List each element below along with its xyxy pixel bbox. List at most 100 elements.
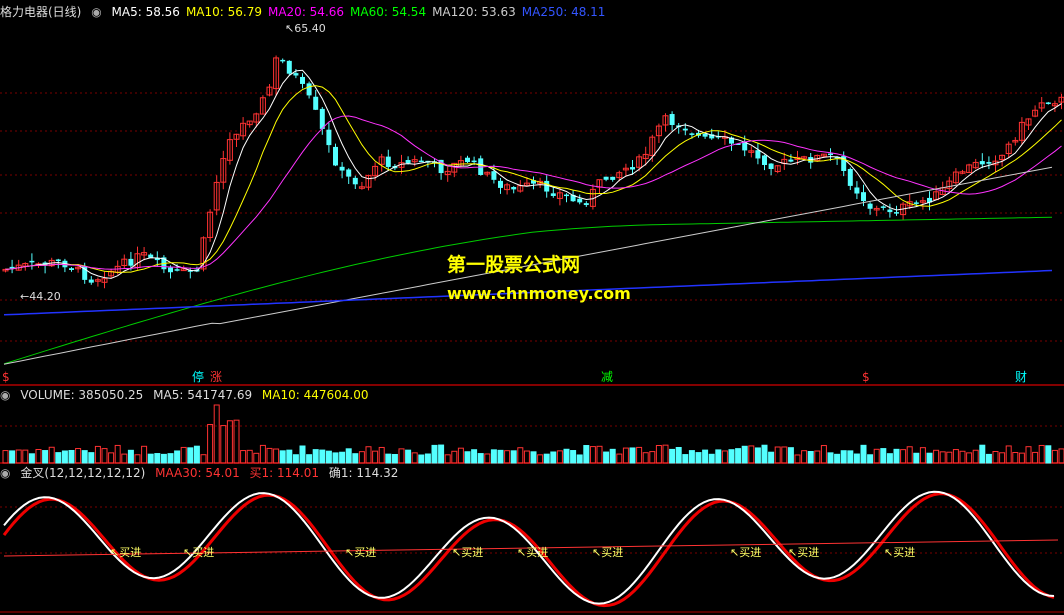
volume-bar: [900, 449, 907, 464]
volume-bars: [2, 404, 1064, 464]
volume-bar: [979, 444, 986, 464]
candle-body: [913, 202, 919, 204]
volume-bar: [292, 454, 299, 464]
volume-bar: [840, 450, 847, 464]
volume-bar: [636, 446, 643, 464]
volume-bar: [42, 450, 49, 464]
candle-body: [894, 212, 899, 214]
candle-body: [88, 279, 94, 283]
volume-ma5: MA5: 541747.69: [153, 388, 253, 402]
volume-bar: [966, 452, 973, 464]
volume-bar: [484, 453, 491, 464]
stock-title[interactable]: 格力电器(日线): [0, 5, 81, 19]
volume-bar: [477, 453, 484, 464]
volume-bar: [88, 452, 95, 464]
volume-bar: [319, 449, 326, 464]
volume-bar: [543, 453, 550, 464]
candle-body: [880, 206, 886, 208]
volume-bar: [754, 447, 761, 464]
event-marker-5[interactable]: 财: [1015, 370, 1027, 384]
volume-bar: [457, 447, 464, 464]
low-price-label: ←44.20: [20, 290, 61, 303]
volume-bar: [365, 446, 372, 464]
candle-body: [333, 146, 338, 166]
volume-bar: [735, 448, 742, 464]
volume-bar: [820, 445, 827, 464]
volume-bar: [972, 449, 979, 464]
volume-bar: [649, 451, 656, 464]
volume-bar: [853, 453, 860, 464]
candle-body: [293, 73, 299, 76]
volume-bar: [9, 450, 16, 464]
volume-bar: [226, 420, 233, 464]
volume-bar: [273, 448, 280, 464]
volume-bar: [325, 450, 332, 464]
event-marker-4[interactable]: $: [862, 370, 870, 384]
candle-body: [29, 260, 35, 263]
volume-bar: [444, 454, 451, 464]
candle-body: [979, 161, 985, 165]
volume-bar: [174, 450, 181, 464]
volume-bar: [266, 447, 273, 464]
volume-bar: [121, 453, 128, 464]
volume-bar: [22, 449, 29, 464]
volume-bar: [101, 448, 108, 464]
volume-bar: [959, 450, 966, 464]
candle-body: [669, 114, 675, 126]
collapse-icon[interactable]: ◉: [0, 388, 10, 402]
volume-bar: [847, 450, 854, 464]
collapse-icon[interactable]: ◉: [0, 466, 10, 480]
event-marker-2[interactable]: 涨: [210, 370, 222, 384]
volume-bar: [873, 448, 880, 464]
stock-chart[interactable]: ↖65.40 ←44.20 ↖买进 ↖买进 ↖买进 ↖买进 ↖买进 ↖买进 ↖买进 ↖买进 ↖买进: [0, 0, 1064, 615]
ma-value-1: MA10: 56.79: [185, 5, 262, 19]
volume-bar: [299, 445, 306, 464]
event-marker-0[interactable]: $: [2, 370, 10, 384]
price-panel-header: 格力电器(日线) ◉ MA5: 58.56 MA10: 56.79 MA20: 54…: [0, 4, 617, 20]
volume-bar: [358, 451, 365, 464]
volume-bar: [589, 446, 596, 464]
volume-bar: [517, 447, 524, 464]
volume-bar: [253, 452, 260, 464]
volume-bar: [985, 453, 992, 464]
candle-body: [471, 160, 477, 163]
volume-bar: [774, 446, 781, 464]
volume-bar: [332, 452, 339, 464]
ma-values: MA5: 58.56 MA10: 56.79 MA20: 54.66 MA60: 54…: [112, 5, 612, 19]
volume-bar: [279, 450, 286, 464]
volume-bar: [55, 452, 62, 464]
collapse-icon[interactable]: ◉: [91, 5, 101, 19]
event-marker-3[interactable]: 减: [601, 370, 613, 384]
candle-body: [418, 160, 424, 163]
volume-bar: [259, 444, 266, 464]
candle-body: [128, 258, 134, 266]
volume-bar: [952, 449, 959, 464]
candle-body: [405, 160, 411, 164]
volume-bar: [860, 444, 867, 464]
volume-bar: [2, 450, 9, 464]
volume-bar: [48, 446, 55, 464]
candle-body: [577, 198, 583, 203]
volume-ma10: MA10: 447604.00: [261, 388, 369, 402]
indicator-confirm1: 确1: 114.32: [328, 466, 399, 480]
volume-bar: [682, 454, 689, 464]
buy-signal-label: ↖买进: [517, 546, 548, 559]
volume-bar: [424, 453, 431, 464]
indicator-maa30: MAA30: 54.01: [155, 466, 240, 480]
volume-bar: [207, 424, 214, 464]
volume-bar: [405, 449, 412, 464]
volume-bar: [834, 453, 841, 464]
event-marker-1[interactable]: 停: [192, 370, 204, 384]
volume-bar: [391, 453, 398, 464]
volume-bar: [801, 450, 808, 464]
volume-bar: [827, 452, 834, 464]
ma5-line: [5, 69, 1062, 279]
volume-bar: [1012, 452, 1019, 464]
candle-body: [174, 269, 180, 271]
candle-body: [491, 171, 497, 180]
candle-body: [346, 169, 352, 177]
indicator-title: 金叉(12,12,12,12,12): [20, 466, 146, 480]
volume-bar: [180, 446, 187, 464]
volume-bar: [220, 425, 227, 464]
candle-body: [861, 192, 866, 202]
